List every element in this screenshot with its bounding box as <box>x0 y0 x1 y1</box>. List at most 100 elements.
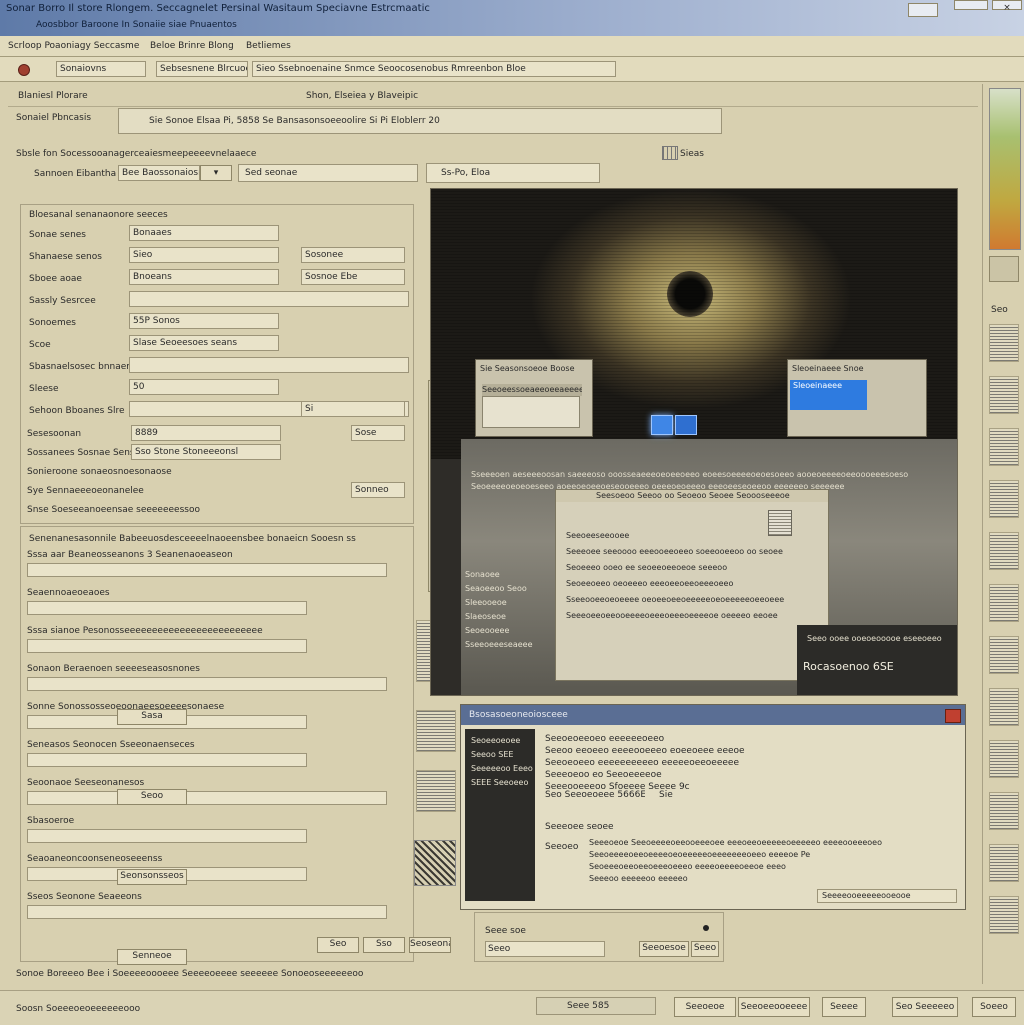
form-row-field[interactable] <box>27 639 307 653</box>
form-row-extra[interactable]: Sonneo <box>351 482 405 498</box>
rail-thumbnail-icon[interactable] <box>989 844 1019 882</box>
form-small-field[interactable]: Sasa <box>117 709 187 725</box>
rail-thumbnail-icon[interactable] <box>989 428 1019 466</box>
form-row-extra[interactable]: Sosonee <box>301 247 405 263</box>
form-group-1: Bloesanal senanaonore seeces Sonae senes… <box>20 204 414 524</box>
status-secondary-button[interactable]: Seeoeeooeeee <box>738 997 810 1017</box>
form-button[interactable]: Seoseonas <box>409 937 451 953</box>
rail-button[interactable] <box>989 256 1019 282</box>
form-row-field[interactable]: Sso Stone Stoneeeonsl <box>131 444 281 460</box>
form-small-field[interactable]: Seoo <box>117 789 187 805</box>
rail-thumbnail-icon[interactable] <box>989 688 1019 726</box>
rail-thumbnail-icon[interactable] <box>989 896 1019 934</box>
form-row-extra[interactable]: Si <box>301 401 405 417</box>
form-small-field[interactable]: Senneoe <box>117 949 187 965</box>
details-side-item[interactable]: Seoeeoeoee <box>471 735 533 747</box>
progress-field[interactable]: Seee 585 <box>536 997 656 1015</box>
details-close-icon[interactable] <box>945 709 961 723</box>
form-row-field[interactable] <box>27 677 387 691</box>
form-row-field[interactable]: Sieo <box>129 247 279 263</box>
form-row-field[interactable] <box>129 357 409 373</box>
viewer-sidebar-item[interactable]: Slaeoseoe <box>465 611 553 623</box>
rail-thumbnail-icon[interactable] <box>989 480 1019 518</box>
minimize-button[interactable] <box>908 3 938 17</box>
window-subtitle: Aoosbbor Baroone In Sonaiie siae Pnuaent… <box>36 20 237 30</box>
search-dropdown[interactable]: ▾ <box>200 165 232 181</box>
form-small-field[interactable]: Seonsonsseos <box>117 869 187 885</box>
toolbar-path[interactable]: Sieo Ssebnoenaine Snmce Seoocosenobus Rm… <box>252 61 616 77</box>
form-row-extra[interactable]: Sosnoe Ebe <box>301 269 405 285</box>
rail-thumbnail-icon[interactable] <box>989 740 1019 778</box>
rail-thumbnail-icon[interactable] <box>989 376 1019 414</box>
browse-label[interactable]: Sieas <box>680 148 710 160</box>
bottom-panel-button-2[interactable]: Seeo <box>691 941 719 957</box>
dialog-right-selected[interactable]: Sleoeinaeee <box>790 380 867 410</box>
form-row-field[interactable]: Bnoeans <box>129 269 279 285</box>
dialog-left-list[interactable] <box>482 396 580 428</box>
image-viewer: Sie Seasonsoeoe Boose Seeoeessoeaeeoeeae… <box>430 188 958 696</box>
form-row-field[interactable] <box>27 601 307 615</box>
details-side-item[interactable]: SEEE Seeoeeo <box>471 777 533 789</box>
path-field[interactable]: Sie Sonoe Elsaa Pi, 5858 Se Bansasonsoee… <box>118 108 722 134</box>
rail-thumbnail-icon[interactable] <box>989 792 1019 830</box>
selected-file-icon[interactable] <box>651 415 673 435</box>
details-side-item[interactable]: Seeoo SEE <box>471 749 533 761</box>
panel-header: Blaniesl Plorare Shon, Elseiea y Blaveip… <box>8 84 978 107</box>
rail-thumbnail-icon[interactable] <box>989 532 1019 570</box>
menu-item-3[interactable]: Betliemes <box>246 40 306 52</box>
maximize-button[interactable] <box>954 0 988 10</box>
status-info: Sonoe Boreeeo Bee i Soeeeeoooeee Seeeeoe… <box>16 969 364 979</box>
rail-thumbnail-icon[interactable] <box>989 636 1019 674</box>
form-row-field[interactable] <box>27 753 307 767</box>
bottom-panel-button-1[interactable]: Seeoesoe <box>639 941 689 957</box>
file-icon[interactable] <box>675 415 697 435</box>
form-row-label: Sonaon Beraenoen seeeeseasosnones <box>27 664 200 674</box>
form-row-field[interactable]: Slase Seoeesoes seans <box>129 335 279 351</box>
form-button[interactable]: Seo <box>317 937 359 953</box>
rail-thumbnail-icon[interactable] <box>989 584 1019 622</box>
close-icon: × <box>1003 3 1011 13</box>
thumbnail-4[interactable] <box>414 840 456 886</box>
status-primary-button[interactable]: Seeoeoe <box>674 997 736 1017</box>
form-row-field[interactable] <box>27 791 387 805</box>
details-line: Seeoo eeoeeo eeeeooeeeo eoeeoeee eeeoe <box>545 746 745 756</box>
toolbar-combo-1[interactable]: Sonaiovns <box>56 61 146 77</box>
details-detail-line: Seeeoo eeeeeoo eeeeeo <box>589 874 688 883</box>
thumbnail-2[interactable] <box>416 710 456 752</box>
bottom-panel-field[interactable]: Seeo <box>485 941 605 957</box>
form-row-field[interactable] <box>27 829 307 843</box>
viewer-sidebar-item[interactable]: Seaoeeoo Seoo <box>465 583 553 595</box>
status-small-button-2[interactable]: Seo Seeeeeo <box>892 997 958 1017</box>
color-gradient[interactable] <box>989 88 1021 250</box>
search-field[interactable]: Bee Baossonaiosne <box>118 165 200 181</box>
viewer-sidebar-item[interactable]: Seoeooeee <box>465 625 553 637</box>
form-row-field[interactable]: 50 <box>129 379 279 395</box>
rail-thumbnail-icon[interactable] <box>989 324 1019 362</box>
viewer-sidebar-item[interactable]: Sleeooeoe <box>465 597 553 609</box>
details-footer-field[interactable]: Seeeeooeeeeeooeooe <box>817 889 957 903</box>
thumbnail-3[interactable] <box>416 770 456 812</box>
form-row-field[interactable] <box>27 905 387 919</box>
details-spec-label: Seo Seeoeoeee 5666E <box>545 790 645 800</box>
form-row-field[interactable]: 8889 <box>131 425 281 441</box>
viewer-sidebar-item[interactable]: Sseeoeeeseaeee <box>465 639 553 651</box>
details-side-item[interactable]: Seeeeeoo Eeeo <box>471 763 533 775</box>
form-row-field[interactable]: Bonaaes <box>129 225 279 241</box>
form-row-field[interactable] <box>27 563 387 577</box>
menu-item-1[interactable]: Scrloop Poaoniagy Seccasme <box>8 40 148 52</box>
form-row-field[interactable]: 55P Sonos <box>129 313 279 329</box>
viewer-sidebar-item[interactable]: Sonaoee <box>465 569 553 581</box>
record-icon[interactable] <box>18 64 30 76</box>
filter-field[interactable]: Sed seonae <box>238 164 418 182</box>
form-row-field[interactable] <box>129 291 409 307</box>
status-last-button[interactable]: Soeeo <box>972 997 1016 1017</box>
form-row-label: Seneasos Seonocen Sseeonaenseces <box>27 740 195 750</box>
status-small-button[interactable]: Seeee <box>822 997 866 1017</box>
form-row-extra[interactable]: Sose <box>351 425 405 441</box>
toolbar-combo-2[interactable]: Sebsesnene Blrcuoee <box>156 61 248 77</box>
close-button[interactable]: × <box>992 0 1022 13</box>
preview-field[interactable]: Ss-Po, Eloa <box>426 163 600 183</box>
grid-icon[interactable] <box>662 146 678 160</box>
form-button[interactable]: Sso <box>363 937 405 953</box>
menu-item-2[interactable]: Beloe Brinre Blong <box>150 40 240 52</box>
